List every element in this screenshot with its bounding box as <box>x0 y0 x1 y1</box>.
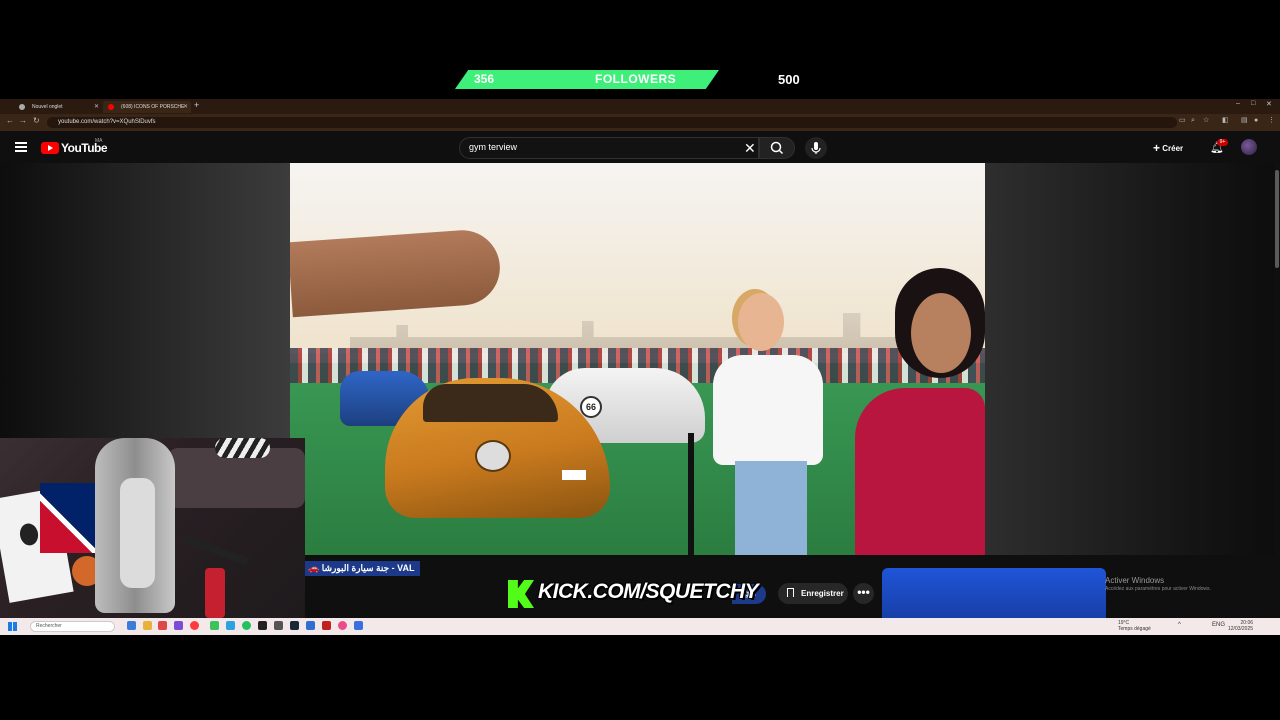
mic-arm <box>180 534 250 566</box>
followers-progress-bar <box>455 70 719 89</box>
back-icon[interactable]: ← <box>6 116 14 125</box>
url-text: youtube.com/watch?v=XQuhSlDuvfs <box>58 119 156 125</box>
browser-tab-bar <box>0 99 1280 114</box>
webcam-pillow <box>215 438 270 458</box>
headlight <box>475 440 511 472</box>
obs-icon[interactable] <box>258 621 267 630</box>
tab-favicon-icon <box>19 104 25 110</box>
maximize-icon[interactable]: □ <box>1251 100 1255 107</box>
followers-count: 356 <box>474 72 495 86</box>
youtube-favicon-icon <box>108 104 114 110</box>
notification-badge: 9+ <box>1217 139 1228 146</box>
woman-white-shirt <box>705 293 825 555</box>
steam-icon[interactable] <box>290 621 299 630</box>
scrollbar-thumb[interactable] <box>1275 170 1279 268</box>
app-icon-blue[interactable] <box>226 621 235 630</box>
kick-logo-icon <box>508 580 534 608</box>
zoom-icon[interactable]: ⌕ <box>1191 117 1198 124</box>
video-title: 🚗 جنة سيارة البورشا - VAL <box>305 561 420 576</box>
file-explorer-icon[interactable] <box>127 621 136 630</box>
minimize-icon[interactable]: – <box>1236 100 1240 107</box>
search-button[interactable] <box>759 137 795 159</box>
weather-desc: Temps dégagé <box>1118 626 1151 632</box>
new-tab-icon[interactable]: + <box>194 100 199 110</box>
url-field[interactable] <box>47 117 1177 128</box>
weather-widget[interactable]: 19°C Temps dégagé <box>1118 620 1151 632</box>
install-icon[interactable]: ▭ <box>1179 117 1186 124</box>
tab-label: (608) ICONS OF PORSCHE <box>121 104 185 110</box>
woman-head <box>738 293 784 351</box>
bookmark-star-icon[interactable]: ☆ <box>1203 117 1210 124</box>
taskbar-clock[interactable]: 20:06 12/03/2025 <box>1228 620 1253 632</box>
youtube-logo-icon[interactable] <box>41 142 59 154</box>
opera-icon[interactable] <box>190 621 199 630</box>
country-code: MA <box>95 138 103 144</box>
pointing-arm <box>290 227 503 318</box>
forward-icon[interactable]: → <box>19 116 27 125</box>
bookmark-icon <box>787 588 794 597</box>
whatsapp-icon[interactable] <box>242 621 251 630</box>
create-button[interactable]: + Créer <box>1153 139 1195 157</box>
close-window-icon[interactable]: ✕ <box>1266 100 1272 108</box>
ambient-right <box>985 163 1275 555</box>
microphone-icon <box>811 142 821 154</box>
profile-icon[interactable]: ● <box>1254 117 1261 124</box>
activate-windows-title: Activer Windows <box>1105 576 1165 585</box>
more-actions-button[interactable]: ••• <box>853 583 874 604</box>
license-plate <box>562 470 586 480</box>
webcam-flag <box>40 483 100 553</box>
woman-shirt <box>713 355 823 465</box>
app-icon-purple[interactable] <box>174 621 183 630</box>
kick-overlay: KICK.COM/SQUETCHY <box>508 578 759 610</box>
sidebar-icon[interactable]: ▤ <box>1241 117 1248 124</box>
video-player[interactable] <box>290 163 985 555</box>
clear-search-icon[interactable]: ✕ <box>744 140 756 157</box>
extensions-icon[interactable]: ◧ <box>1222 117 1229 124</box>
search-value: gym terview <box>469 142 518 152</box>
woman-red-sweater <box>855 388 985 555</box>
close-tab-icon[interactable]: ✕ <box>94 101 99 113</box>
account-avatar[interactable] <box>1241 139 1257 155</box>
create-label: Créer <box>1162 144 1184 153</box>
gaming-chair-back <box>120 478 155 588</box>
tab-label: Nouvel onglet <box>32 104 63 110</box>
streamer-webcam <box>0 438 305 628</box>
followers-label: FOLLOWERS <box>595 72 677 86</box>
woman-face <box>911 293 971 373</box>
app-icon-red[interactable] <box>158 621 167 630</box>
woman-red-top <box>825 268 985 555</box>
save-button[interactable]: Enregistrer <box>778 583 848 604</box>
save-label: Enregistrer <box>801 589 844 598</box>
app-icon-blue-2[interactable] <box>306 621 315 630</box>
stanchion-post <box>688 433 694 555</box>
clock-date: 12/03/2025 <box>1228 626 1254 632</box>
app-icon-green[interactable] <box>210 621 219 630</box>
app-icon-pink[interactable] <box>338 621 347 630</box>
adobe-icon[interactable] <box>322 621 331 630</box>
app-icon-gray[interactable] <box>274 621 283 630</box>
folder-icon[interactable] <box>143 621 152 630</box>
menu-icon[interactable]: ⋮ <box>1268 117 1275 124</box>
search-icon <box>770 141 784 155</box>
tray-chevron-icon[interactable]: ^ <box>1178 622 1181 628</box>
kick-url: KICK.COM/SQUETCHY <box>538 580 759 603</box>
voice-search-button[interactable] <box>805 137 827 159</box>
hamburger-menu-icon[interactable] <box>15 142 27 152</box>
close-tab-icon[interactable]: ✕ <box>183 101 188 113</box>
reload-icon[interactable]: ↻ <box>33 116 40 125</box>
plus-icon: + <box>1153 141 1161 155</box>
tab-youtube-video[interactable]: (608) ICONS OF PORSCHE ✕ <box>103 101 191 113</box>
sidebar-ad-card[interactable] <box>882 568 1106 618</box>
language-indicator[interactable]: ENG <box>1212 622 1225 628</box>
taskbar-search-input[interactable]: Rechercher <box>30 621 115 632</box>
tab-new-tab[interactable]: Nouvel onglet ✕ <box>14 101 102 113</box>
app-icon-blue-3[interactable] <box>354 621 363 630</box>
windows-start-icon[interactable] <box>8 622 17 631</box>
windshield <box>423 384 558 422</box>
activate-windows-subtitle: Accédez aux paramètres pour activer Wind… <box>1105 586 1211 592</box>
woman-jeans <box>735 461 807 555</box>
followers-goal: 500 <box>778 72 800 87</box>
webcam-microphone <box>205 568 225 618</box>
